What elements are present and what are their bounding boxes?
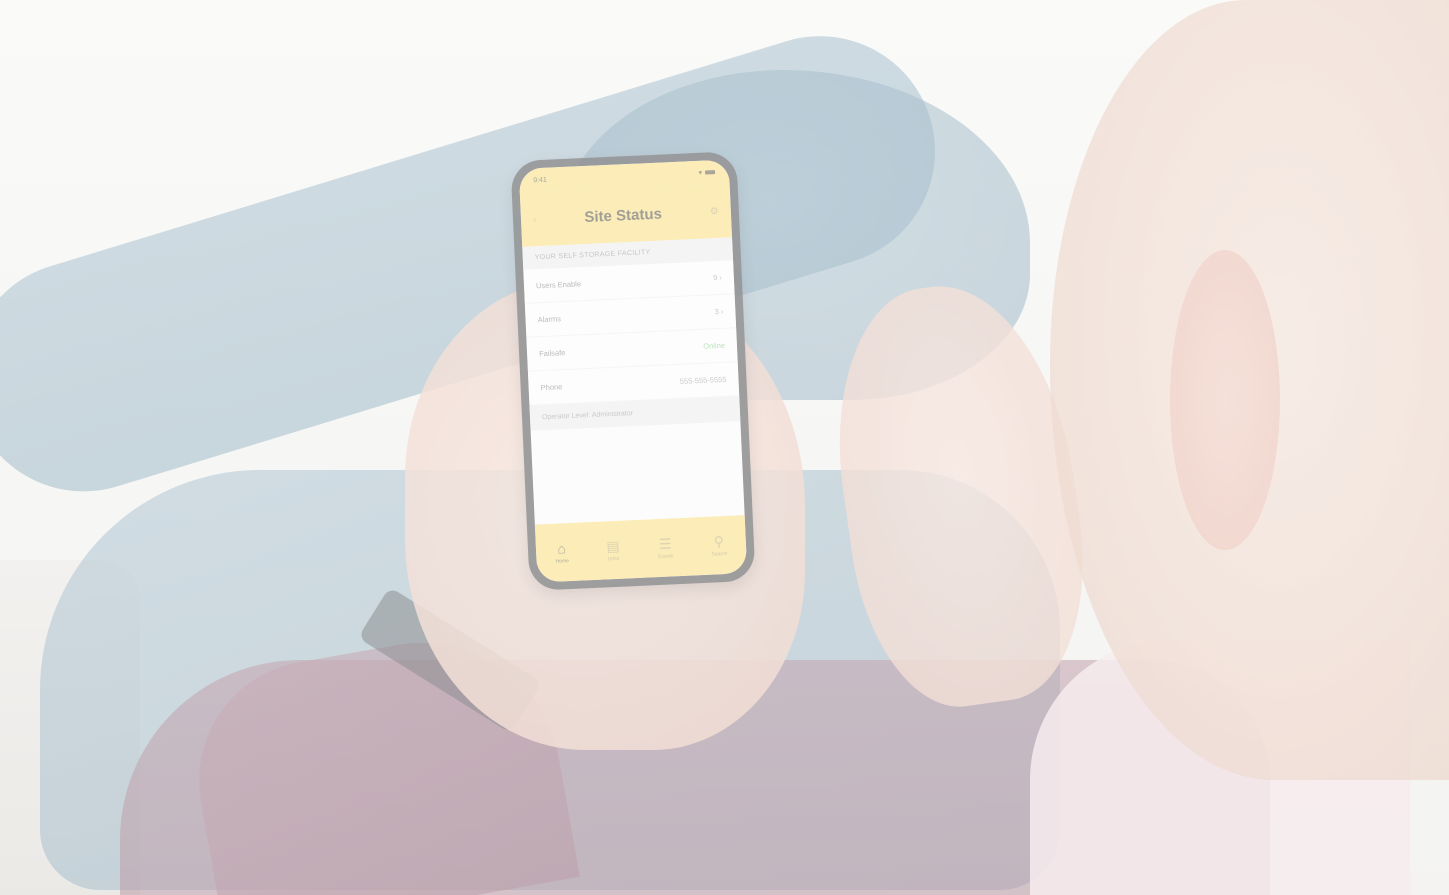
gear-icon[interactable]: ⚙ bbox=[710, 205, 719, 216]
page-title: Site Status bbox=[584, 205, 663, 226]
tab-events[interactable]: ☰ Events bbox=[657, 534, 674, 560]
ear bbox=[1170, 250, 1280, 550]
row-label: Users Enable bbox=[535, 279, 582, 291]
tab-label: Home bbox=[555, 557, 570, 565]
search-icon: ⚲ bbox=[713, 532, 725, 550]
battery-icon: ▾ bbox=[698, 168, 716, 177]
row-value: 555-555-5555 bbox=[679, 374, 727, 386]
tab-home[interactable]: ⌂ Home bbox=[555, 539, 570, 565]
tab-label: Search bbox=[711, 550, 728, 558]
status-time: 9:41 bbox=[533, 176, 548, 184]
home-icon: ⌂ bbox=[557, 539, 567, 557]
tab-label: Units bbox=[607, 555, 620, 562]
phone-screen: 9:41 ▾ ‹ Site Status ⚙ YOUR SELF STORAGE… bbox=[518, 159, 748, 583]
row-label: Phone bbox=[540, 382, 563, 393]
photo-scene: 9:41 ▾ ‹ Site Status ⚙ YOUR SELF STORAGE… bbox=[0, 0, 1449, 895]
tab-label: Events bbox=[658, 552, 674, 560]
tab-units[interactable]: ▤ Units bbox=[605, 537, 620, 562]
list-icon: ☰ bbox=[658, 534, 672, 552]
row-value: 9 › bbox=[712, 272, 723, 283]
back-icon[interactable]: ‹ bbox=[533, 214, 537, 225]
unit-icon: ▤ bbox=[605, 537, 620, 554]
row-label: Alarms bbox=[537, 314, 562, 325]
row-value: 3 › bbox=[714, 306, 724, 317]
smartphone: 9:41 ▾ ‹ Site Status ⚙ YOUR SELF STORAGE… bbox=[510, 151, 756, 591]
status-badge: Online bbox=[703, 340, 726, 351]
row-label: Failsafe bbox=[538, 348, 566, 359]
tab-search[interactable]: ⚲ Search bbox=[711, 532, 728, 558]
app-header: ‹ Site Status ⚙ bbox=[519, 183, 733, 247]
tab-bar: ⌂ Home ▤ Units ☰ Events ⚲ Search bbox=[534, 515, 748, 583]
